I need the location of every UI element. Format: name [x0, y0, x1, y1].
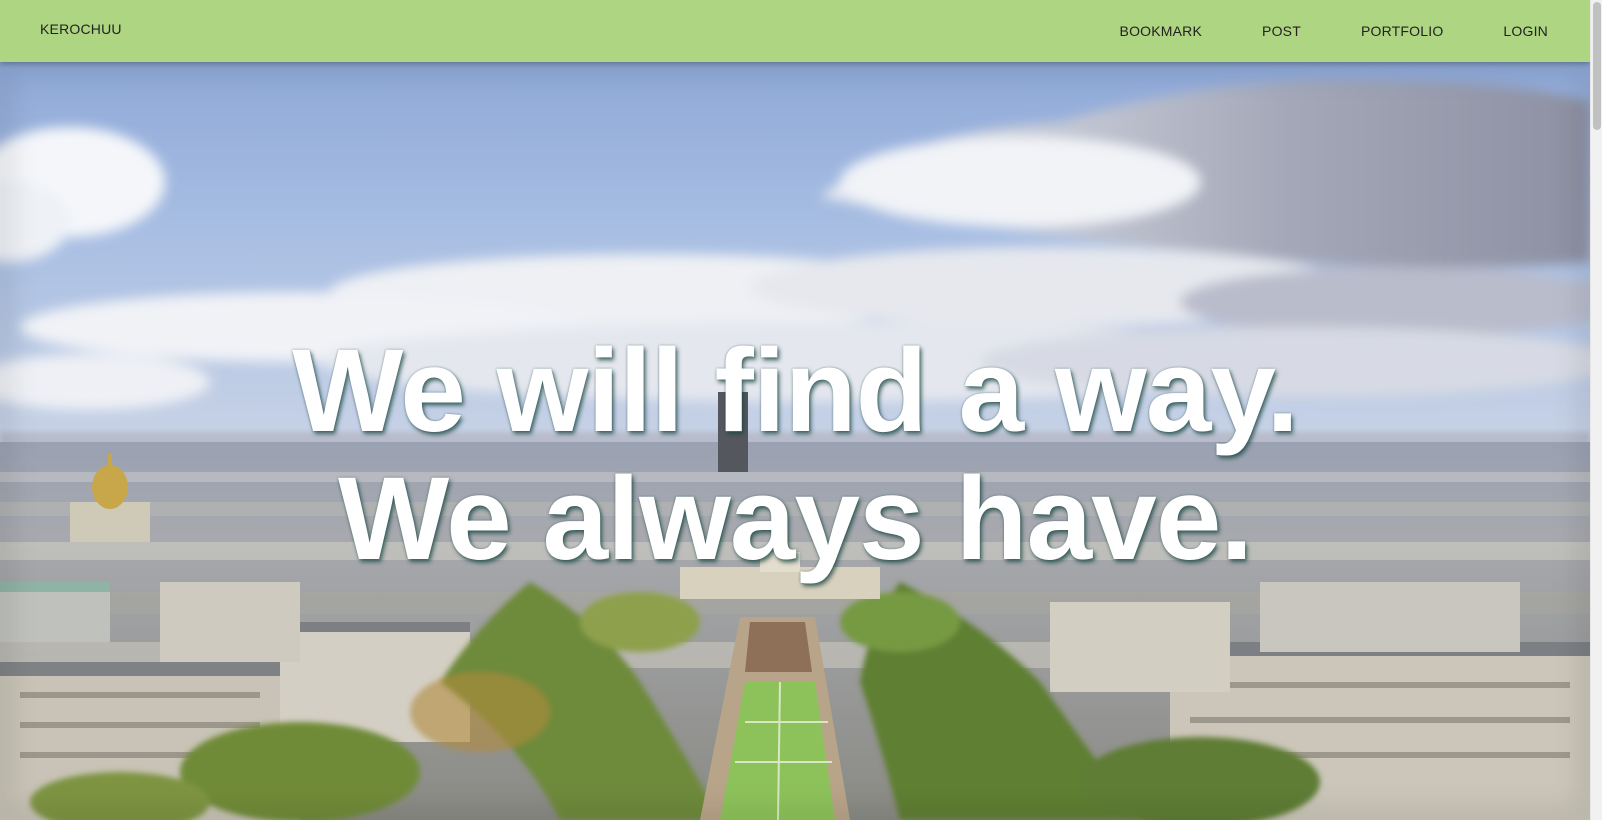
- hero-headline: We will find a way. We always have.: [0, 327, 1590, 583]
- vertical-scrollbar[interactable]: [1590, 0, 1602, 820]
- nav-bookmark-link[interactable]: BOOKMARK: [1090, 23, 1233, 39]
- brand-logo-link[interactable]: KEROCHUU: [40, 21, 122, 37]
- hero-headline-line-1: We will find a way.: [291, 325, 1299, 457]
- nav-login-link[interactable]: LOGIN: [1473, 23, 1578, 39]
- nav-post-link[interactable]: POST: [1232, 23, 1331, 39]
- top-navbar: KEROCHUU BOOKMARK POST PORTFOLIO LOGIN: [0, 0, 1590, 62]
- hero-section: We will find a way. We always have.: [0, 62, 1590, 820]
- hero-headline-line-2: We always have.: [337, 453, 1253, 585]
- nav-portfolio-link[interactable]: PORTFOLIO: [1331, 23, 1473, 39]
- nav-links: BOOKMARK POST PORTFOLIO LOGIN: [1090, 0, 1578, 62]
- scrollbar-thumb[interactable]: [1593, 2, 1601, 130]
